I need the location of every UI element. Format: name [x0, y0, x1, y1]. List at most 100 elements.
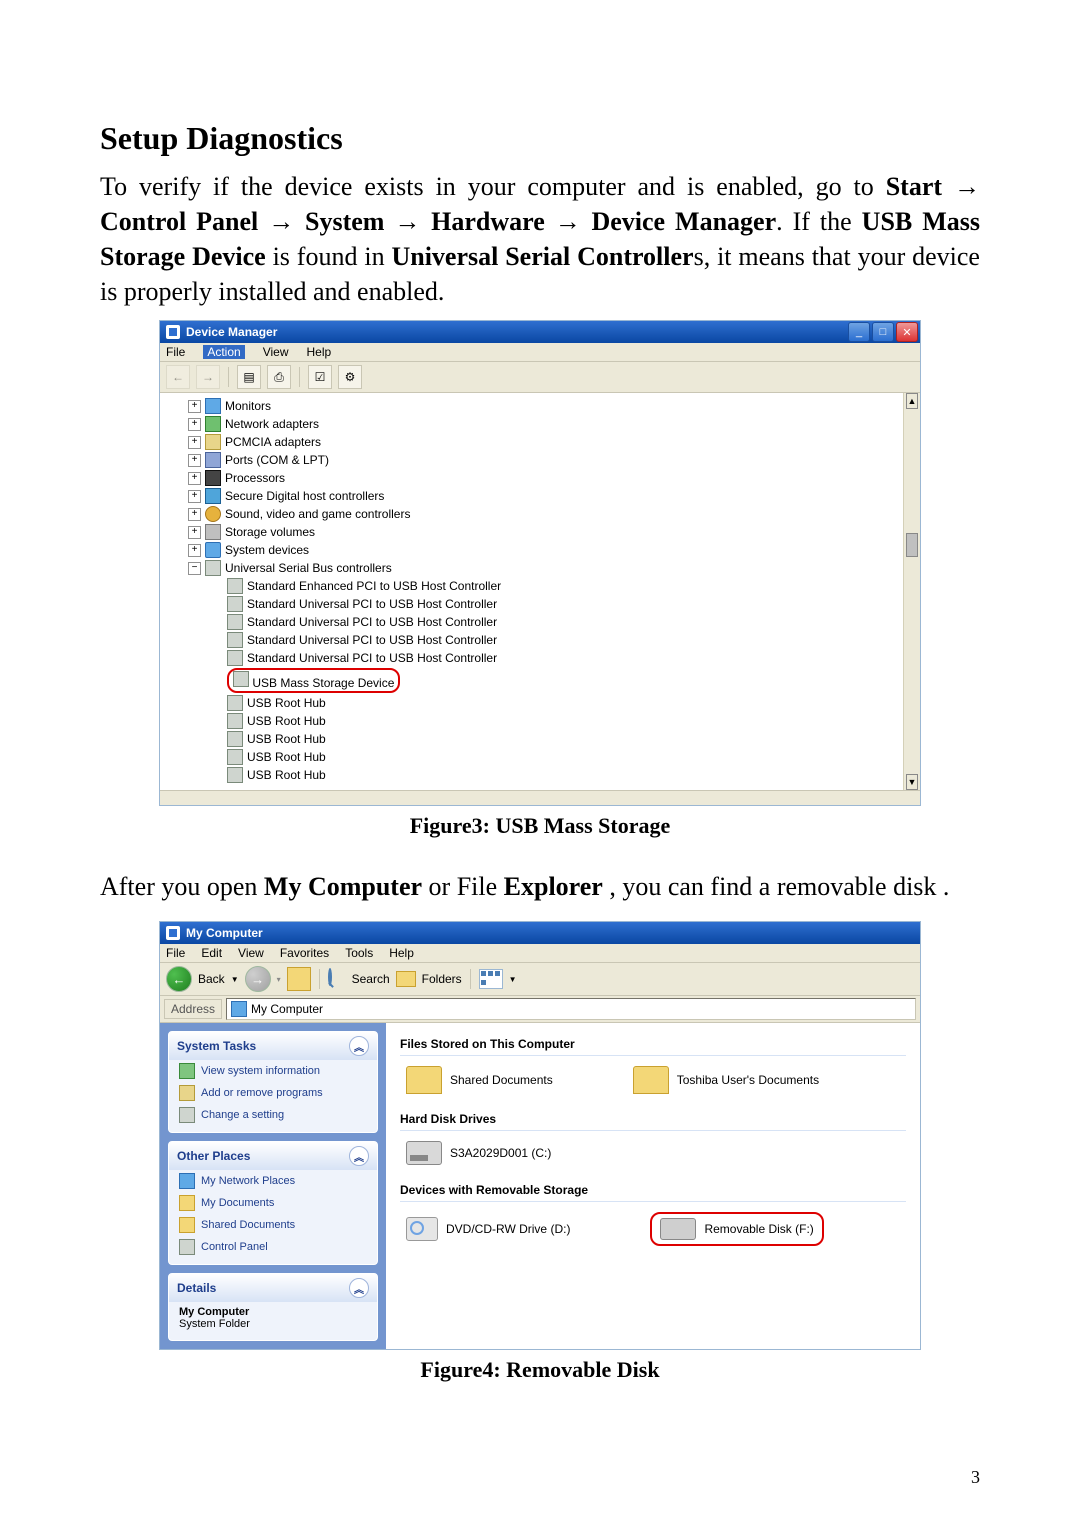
tree-view-button[interactable]: ▤: [237, 365, 261, 389]
item-dvd-drive[interactable]: DVD/CD-RW Drive (D:): [406, 1212, 570, 1246]
expand-icon[interactable]: +: [188, 526, 201, 539]
up-button[interactable]: [287, 967, 311, 991]
expand-icon[interactable]: +: [188, 436, 201, 449]
tree-node-usb-root-hub[interactable]: USB Root Hub: [166, 766, 897, 784]
tree-node-usb-controllers[interactable]: −Universal Serial Bus controllers: [166, 559, 897, 577]
expand-icon[interactable]: +: [188, 508, 201, 521]
tree-node-universal-pci[interactable]: Standard Universal PCI to USB Host Contr…: [166, 613, 897, 631]
arrow-icon: →: [954, 171, 980, 201]
menu-view[interactable]: View: [238, 946, 264, 960]
menu-help[interactable]: Help: [307, 345, 332, 359]
expand-icon[interactable]: +: [188, 544, 201, 557]
path-hardware: Hardware: [431, 207, 545, 236]
sidebar-item-shared-docs[interactable]: Shared Documents: [169, 1214, 377, 1236]
address-field[interactable]: My Computer: [226, 998, 916, 1020]
sidebar-item-my-documents[interactable]: My Documents: [169, 1192, 377, 1214]
tree-node-usb-root-hub[interactable]: USB Root Hub: [166, 730, 897, 748]
sidebar-item-network-places[interactable]: My Network Places: [169, 1170, 377, 1192]
chevron-up-icon[interactable]: ︽: [349, 1278, 369, 1298]
sidebar: System Tasks ︽ View system information A…: [160, 1023, 386, 1349]
tree-label: USB Root Hub: [247, 768, 326, 782]
scroll-up-icon[interactable]: ▲: [906, 393, 918, 409]
menu-tools[interactable]: Tools: [345, 946, 373, 960]
tree-node-storage[interactable]: +Storage volumes: [166, 523, 897, 541]
address-value: My Computer: [251, 1002, 323, 1016]
usb-icon: [227, 632, 243, 648]
menu-edit[interactable]: Edit: [201, 946, 222, 960]
toolbar: ← Back ▼ → ▾ Search Folders ▼: [160, 963, 920, 996]
back-button[interactable]: ←: [166, 365, 190, 389]
expand-icon[interactable]: +: [188, 400, 201, 413]
print-button[interactable]: ⎙: [267, 365, 291, 389]
address-label: Address: [164, 999, 222, 1019]
item-c-drive[interactable]: S3A2029D001 (C:): [406, 1141, 551, 1165]
tree-node-usb-mass-storage[interactable]: USB Mass Storage Device: [166, 667, 897, 694]
tree-node-processors[interactable]: +Processors: [166, 469, 897, 487]
tree-node-usb-root-hub[interactable]: USB Root Hub: [166, 694, 897, 712]
menu-view[interactable]: View: [263, 345, 289, 359]
tree-node-ports[interactable]: + Ports (COM & LPT): [166, 451, 897, 469]
menu-file[interactable]: File: [166, 946, 185, 960]
expand-icon[interactable]: +: [188, 472, 201, 485]
menu-favorites[interactable]: Favorites: [280, 946, 329, 960]
tree-label: Ports (COM & LPT): [225, 453, 329, 467]
usb-icon: [227, 713, 243, 729]
tree-node-enhanced-pci[interactable]: Standard Enhanced PCI to USB Host Contro…: [166, 577, 897, 595]
usb-icon: [227, 650, 243, 666]
sidebar-item-control-panel[interactable]: Control Panel: [169, 1236, 377, 1258]
sidebar-item-view-info[interactable]: View system information: [169, 1060, 377, 1082]
search-label[interactable]: Search: [352, 972, 390, 986]
tree-node-universal-pci[interactable]: Standard Universal PCI to USB Host Contr…: [166, 631, 897, 649]
network-icon: [205, 416, 221, 432]
section-removable: Devices with Removable Storage: [400, 1179, 906, 1202]
tree-node-usb-root-hub[interactable]: USB Root Hub: [166, 712, 897, 730]
back-button[interactable]: ←: [166, 966, 192, 992]
item-user-documents[interactable]: Toshiba User's Documents: [633, 1066, 819, 1094]
search-icon[interactable]: [328, 970, 346, 988]
item-removable-disk-highlighted[interactable]: Removable Disk (F:): [650, 1212, 823, 1246]
scrollbar[interactable]: ▲ ▼: [903, 393, 920, 790]
sidebar-item-add-remove[interactable]: Add or remove programs: [169, 1082, 377, 1104]
titlebar[interactable]: My Computer: [160, 922, 920, 944]
tree-node-universal-pci[interactable]: Standard Universal PCI to USB Host Contr…: [166, 595, 897, 613]
storage-icon: [205, 524, 221, 540]
tree-node-universal-pci[interactable]: Standard Universal PCI to USB Host Contr…: [166, 649, 897, 667]
tree-node-system[interactable]: +System devices: [166, 541, 897, 559]
maximize-button[interactable]: □: [872, 322, 894, 342]
tree-node-network[interactable]: + Network adapters: [166, 415, 897, 433]
views-button[interactable]: [479, 969, 503, 989]
scan-button[interactable]: ⚙: [338, 365, 362, 389]
tree-label: Network adapters: [225, 417, 319, 431]
forward-button[interactable]: →: [245, 966, 271, 992]
item-shared-documents[interactable]: Shared Documents: [406, 1066, 553, 1094]
tree-node-sdhost[interactable]: +Secure Digital host controllers: [166, 487, 897, 505]
folders-label[interactable]: Folders: [422, 972, 462, 986]
tree-node-monitors[interactable]: +Monitors: [166, 397, 897, 415]
text: , you can find a removable disk .: [609, 872, 949, 901]
menu-action[interactable]: Action: [203, 345, 244, 359]
menu-help[interactable]: Help: [389, 946, 414, 960]
sidebar-item-change-setting[interactable]: Change a setting: [169, 1104, 377, 1126]
expand-icon[interactable]: +: [188, 454, 201, 467]
scroll-down-icon[interactable]: ▼: [906, 774, 918, 790]
menu-file[interactable]: File: [166, 345, 185, 359]
expand-icon[interactable]: +: [188, 490, 201, 503]
tree-node-pcmcia[interactable]: +PCMCIA adapters: [166, 433, 897, 451]
collapse-icon[interactable]: −: [188, 562, 201, 575]
expand-icon[interactable]: +: [188, 418, 201, 431]
separator: [228, 367, 229, 387]
folders-icon[interactable]: [396, 971, 416, 987]
properties-button[interactable]: ☑: [308, 365, 332, 389]
chevron-up-icon[interactable]: ︽: [349, 1036, 369, 1056]
forward-button[interactable]: →: [196, 365, 220, 389]
separator: [299, 367, 300, 387]
back-label[interactable]: Back: [198, 972, 225, 986]
scroll-thumb[interactable]: [906, 533, 918, 557]
chevron-up-icon[interactable]: ︽: [349, 1146, 369, 1166]
section-heading: Setup Diagnostics: [100, 120, 980, 157]
tree-node-usb-root-hub[interactable]: USB Root Hub: [166, 748, 897, 766]
titlebar[interactable]: Device Manager _ □ ✕: [160, 321, 920, 343]
minimize-button[interactable]: _: [848, 322, 870, 342]
close-button[interactable]: ✕: [896, 322, 918, 342]
tree-node-sound[interactable]: +Sound, video and game controllers: [166, 505, 897, 523]
